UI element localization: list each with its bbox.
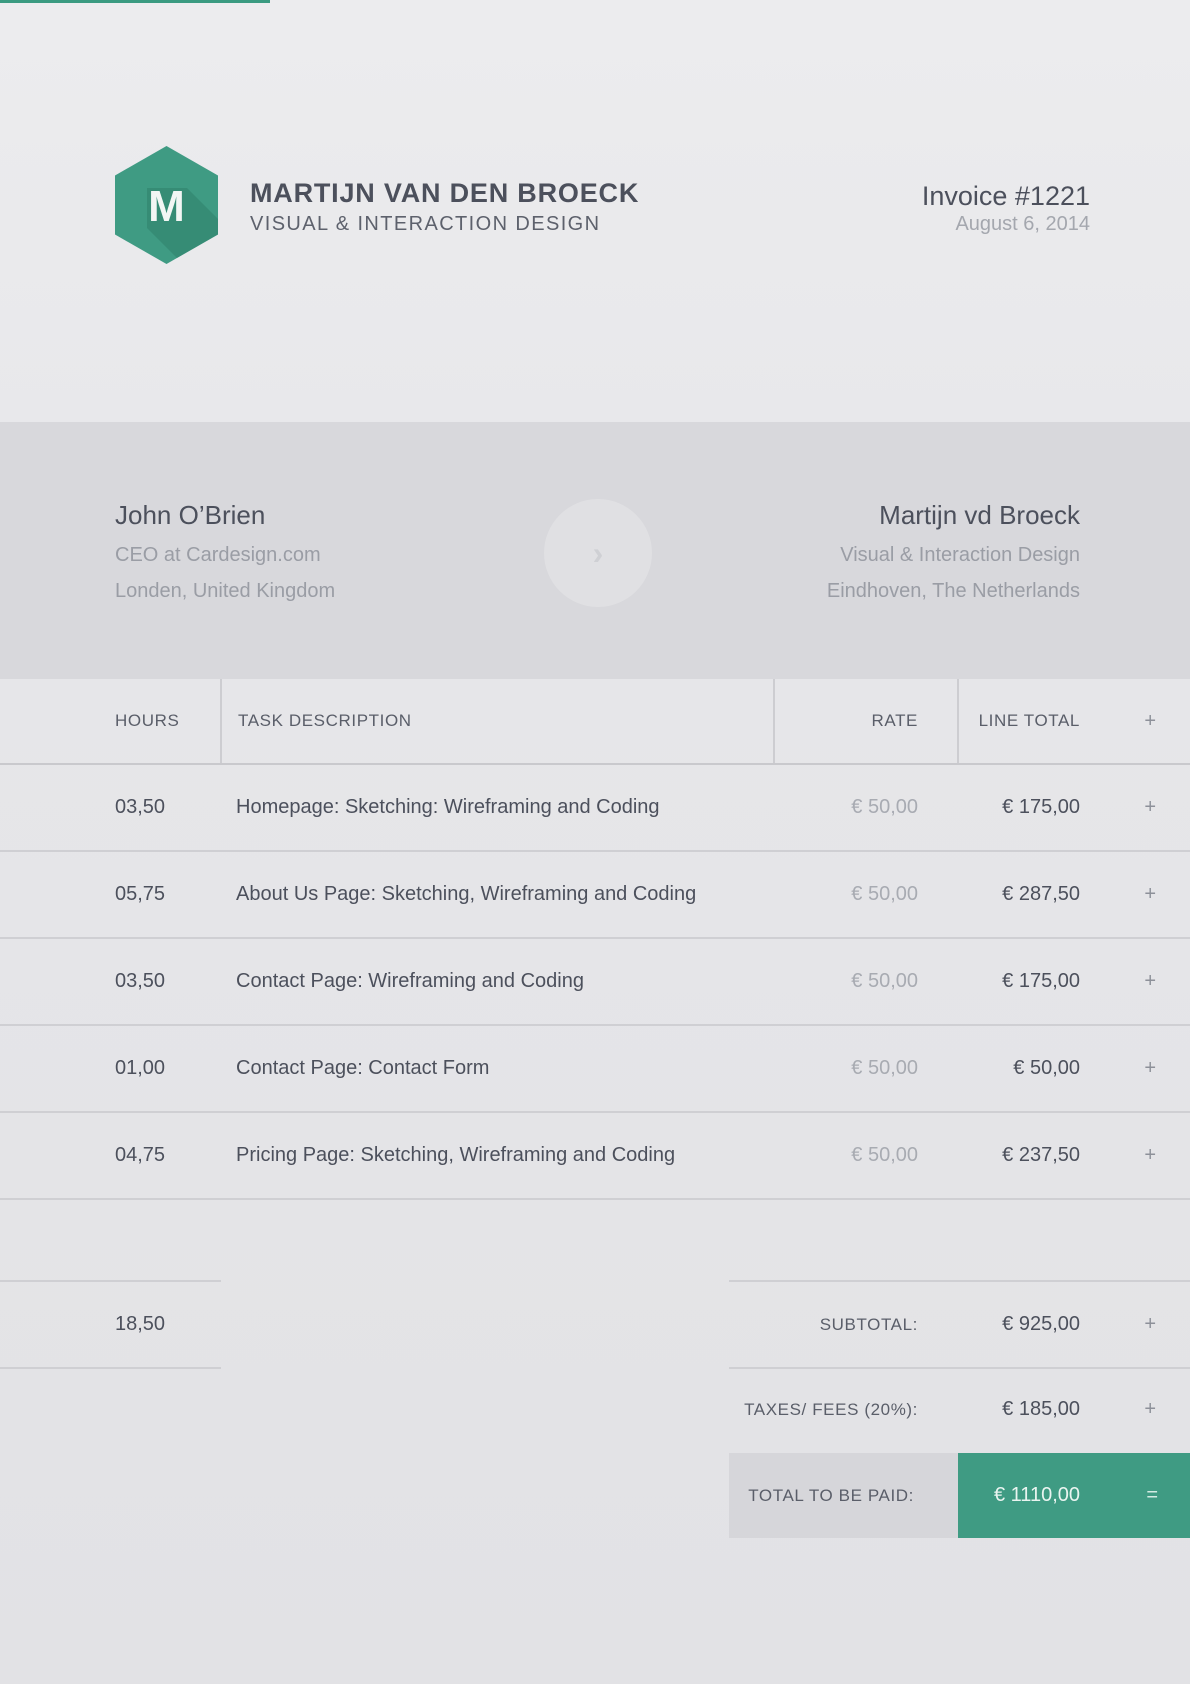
direction-arrow-button: › [544, 499, 652, 607]
client-name: John O’Brien [115, 500, 266, 530]
sender-location: Eindhoven, The Netherlands [826, 580, 1080, 602]
line-items-table: HOURS TASK DESCRIPTION RATE LINE TOTAL +… [0, 679, 1190, 1200]
column-divider [220, 679, 222, 763]
invoice-date: August 6, 2014 [955, 213, 1090, 235]
add-row-button[interactable]: + [1144, 679, 1156, 763]
sender-block: Martijn vd Broeck Visual & Interaction D… [827, 500, 1080, 603]
client-title: CEO at Cardesign.com [115, 544, 321, 566]
header-line-total: LINE TOTAL [978, 711, 1080, 730]
total-label: TOTAL TO BE PAID: [748, 1486, 914, 1505]
header-hours: HOURS [115, 711, 180, 730]
equals-icon: = [1146, 1484, 1158, 1506]
table-header-row: HOURS TASK DESCRIPTION RATE LINE TOTAL + [0, 679, 1190, 765]
row-add-button[interactable]: + [1144, 1113, 1156, 1198]
column-divider [773, 679, 775, 763]
sender-name: Martijn vd Broeck [879, 500, 1080, 530]
row-description: About Us Page: Sketching, Wireframing an… [236, 883, 697, 905]
subtotal-add-button[interactable]: + [1144, 1282, 1156, 1367]
table-row: 01,00 Contact Page: Contact Form € 50,00… [0, 1026, 1190, 1113]
subtotal-value: € 925,00 [1002, 1313, 1080, 1335]
row-rate: € 50,00 [851, 883, 918, 905]
header-description: TASK DESCRIPTION [238, 711, 412, 730]
table-row: 03,50 Contact Page: Wireframing and Codi… [0, 939, 1190, 1026]
total-hours-cell: 18,50 [0, 1280, 221, 1369]
brand-name: MARTIJN VAN DEN BROECK [250, 178, 640, 208]
row-hours: 04,75 [115, 1144, 166, 1166]
top-accent-line [0, 0, 270, 3]
row-add-button[interactable]: + [1144, 765, 1156, 850]
row-total: € 287,50 [1002, 883, 1080, 905]
row-total: € 175,00 [1002, 970, 1080, 992]
table-row: 05,75 About Us Page: Sketching, Wirefram… [0, 852, 1190, 939]
total-value: € 1110,00 [993, 1484, 1080, 1506]
row-hours: 05,75 [115, 883, 166, 905]
logo-letter: M [148, 182, 185, 231]
row-hours: 01,00 [115, 1057, 166, 1079]
taxes-label: TAXES/ FEES (20%): [744, 1400, 918, 1419]
subtotal-row: SUBTOTAL: € 925,00 + [729, 1280, 1190, 1369]
taxes-add-button[interactable]: + [1144, 1367, 1156, 1452]
header-rate: RATE [871, 711, 918, 730]
row-total: € 175,00 [1002, 796, 1080, 818]
row-description: Contact Page: Wireframing and Coding [236, 970, 584, 992]
total-hours: 18,50 [115, 1313, 166, 1335]
brand-tagline: VISUAL & INTERACTION DESIGN [250, 213, 601, 235]
row-description: Pricing Page: Sketching, Wireframing and… [236, 1144, 676, 1166]
taxes-value: € 185,00 [1002, 1398, 1080, 1420]
column-divider [957, 679, 959, 763]
row-add-button[interactable]: + [1144, 852, 1156, 937]
row-add-button[interactable]: + [1144, 1026, 1156, 1111]
row-hours: 03,50 [115, 970, 166, 992]
sender-title: Visual & Interaction Design [840, 544, 1080, 566]
subtotal-label: SUBTOTAL: [819, 1315, 918, 1334]
row-total: € 237,50 [1002, 1144, 1080, 1166]
total-label-cell: TOTAL TO BE PAID: [729, 1453, 958, 1538]
row-rate: € 50,00 [851, 1144, 918, 1166]
chevron-right-icon: › [592, 535, 604, 571]
row-rate: € 50,00 [851, 1057, 918, 1079]
row-description: Homepage: Sketching: Wireframing and Cod… [236, 796, 660, 818]
row-add-button[interactable]: + [1144, 939, 1156, 1024]
client-location: Londen, United Kingdom [115, 580, 336, 602]
row-rate: € 50,00 [851, 796, 918, 818]
row-rate: € 50,00 [851, 970, 918, 992]
table-row: 03,50 Homepage: Sketching: Wireframing a… [0, 765, 1190, 852]
client-block: John O’Brien CEO at Cardesign.com Londen… [115, 500, 335, 603]
row-total: € 50,00 [1013, 1057, 1080, 1079]
brand-logo-icon: M [115, 146, 218, 264]
table-row: 04,75 Pricing Page: Sketching, Wireframi… [0, 1113, 1190, 1200]
row-hours: 03,50 [115, 796, 166, 818]
total-value-cell: € 1110,00 = [958, 1453, 1190, 1538]
invoice-number: Invoice #1221 [921, 181, 1090, 211]
row-description: Contact Page: Contact Form [236, 1057, 490, 1079]
taxes-row: TAXES/ FEES (20%): € 185,00 + [729, 1367, 1190, 1452]
